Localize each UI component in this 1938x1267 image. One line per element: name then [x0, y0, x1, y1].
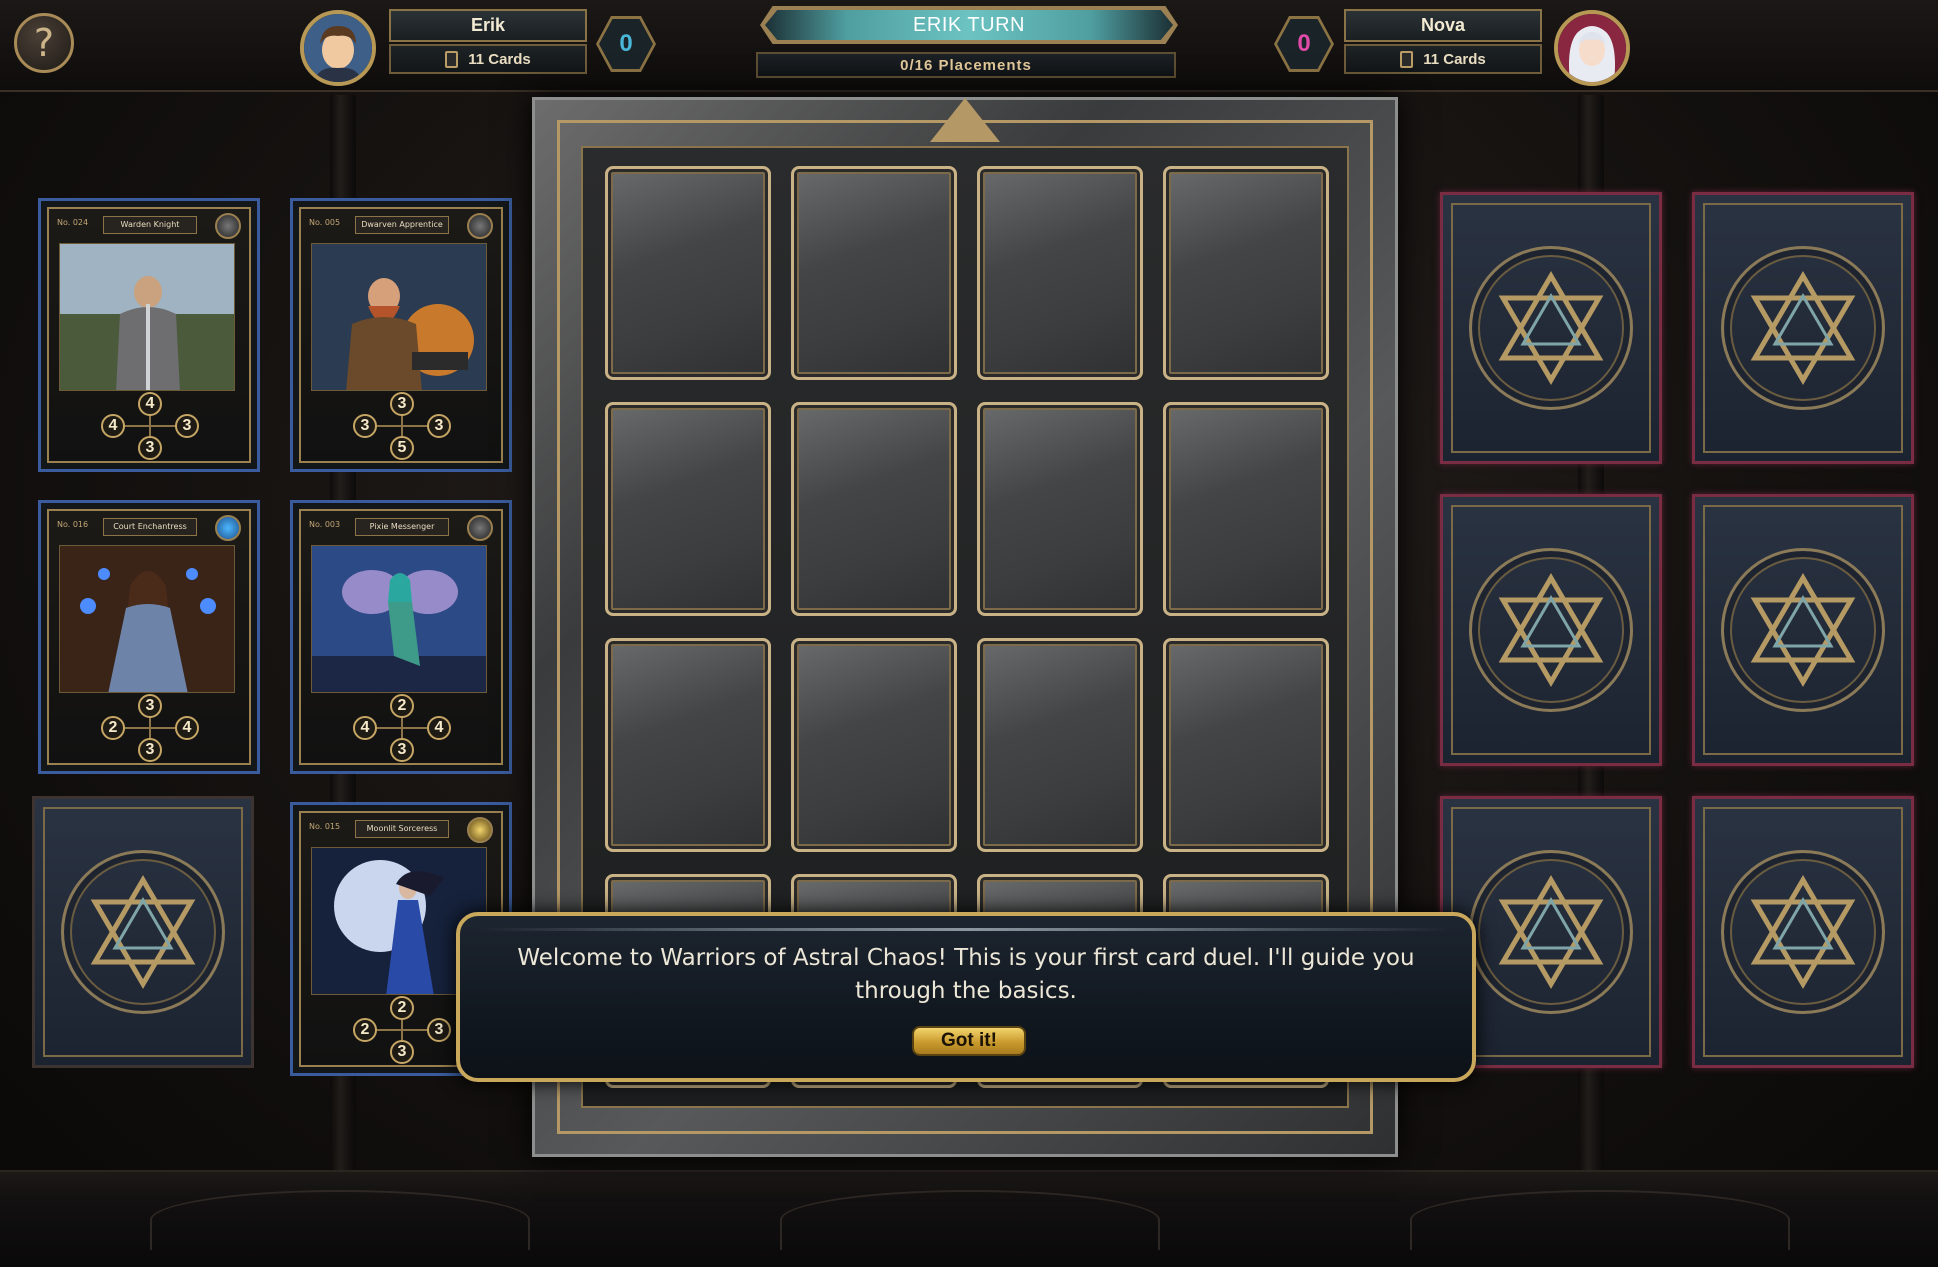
board-slot[interactable]: [605, 638, 771, 852]
hexagram-icon: [1750, 573, 1856, 687]
tutorial-dialog: Welcome to Warriors of Astral Chaos! Thi…: [456, 912, 1476, 1082]
stat-up: 3: [138, 694, 162, 718]
board-slot[interactable]: [791, 166, 957, 380]
board-slot[interactable]: [977, 638, 1143, 852]
stat-left: 3: [353, 414, 377, 438]
stat-right: 3: [427, 414, 451, 438]
opponent-cards-count: 11 Cards: [1344, 44, 1542, 74]
opponent-score: 0: [1274, 16, 1334, 72]
stat-down: 3: [390, 1040, 414, 1064]
opponent-card-back: [1440, 192, 1662, 464]
stat-down: 3: [390, 738, 414, 762]
wind-icon: [467, 515, 493, 541]
floor-arch: [780, 1190, 1160, 1250]
stat-right: 3: [427, 1018, 451, 1042]
water-icon: [215, 515, 241, 541]
board-slot[interactable]: [977, 166, 1143, 380]
player-name: Erik: [389, 9, 587, 42]
floor-arch: [150, 1190, 530, 1250]
stat-right: 4: [175, 716, 199, 740]
card-title: Warden Knight: [103, 216, 197, 234]
opponent-avatar: [1554, 10, 1630, 86]
hand-card[interactable]: No. 003 Pixie Messenger 2 4 4 3: [290, 500, 512, 774]
stat-down: 3: [138, 436, 162, 460]
board-slot[interactable]: [791, 402, 957, 616]
player-deck-card-back: [32, 796, 254, 1068]
opponent-card-back: [1692, 796, 1914, 1068]
dialog-message: Welcome to Warriors of Astral Chaos! Thi…: [517, 945, 1415, 1004]
player-portrait-icon: [304, 14, 372, 82]
stat-up: 2: [390, 996, 414, 1020]
placements-counter: 0/16 Placements: [756, 52, 1176, 78]
player-score-value: 0: [599, 19, 653, 69]
hexagram-icon: [1498, 573, 1604, 687]
card-number: No. 005: [309, 218, 341, 227]
stat-down: 3: [138, 738, 162, 762]
opponent-card-back: [1692, 192, 1914, 464]
card-art-pixie: [311, 545, 487, 693]
board-slot[interactable]: [977, 402, 1143, 616]
hexagram-icon: [1498, 271, 1604, 385]
hand-card[interactable]: No. 024 Warden Knight 4 4 3 3: [38, 198, 260, 472]
player-score: 0: [596, 16, 656, 72]
hexagram-icon: [1750, 875, 1856, 989]
stat-up: 2: [390, 694, 414, 718]
card-art-knight: [59, 243, 235, 391]
player-avatar: [300, 10, 376, 86]
hand-card[interactable]: No. 005 Dwarven Apprentice 3 3 3 5: [290, 198, 512, 472]
help-button[interactable]: ?: [14, 13, 74, 73]
card-icon: [1400, 50, 1414, 68]
card-art-dwarf: [311, 243, 487, 391]
card-number: No. 016: [57, 520, 89, 529]
card-number: No. 015: [309, 822, 341, 831]
opponent-card-back: [1440, 494, 1662, 766]
hand-card[interactable]: No. 016 Court Enchantress 3 2 4 3: [38, 500, 260, 774]
player-cards-count: 11 Cards: [389, 44, 587, 74]
board-slot[interactable]: [605, 166, 771, 380]
card-art-enchantress: [59, 545, 235, 693]
floor-arch: [1410, 1190, 1790, 1250]
turn-banner: ERIK TURN: [760, 6, 1178, 44]
stat-left: 2: [101, 716, 125, 740]
board-slot[interactable]: [791, 638, 957, 852]
opponent-card-back: [1692, 494, 1914, 766]
stat-left: 2: [353, 1018, 377, 1042]
floor: [0, 1170, 1938, 1267]
board-slot[interactable]: [1163, 166, 1329, 380]
board-slot[interactable]: [1163, 638, 1329, 852]
opponent-cards-label: 11 Cards: [1423, 50, 1486, 68]
light-icon: [467, 817, 493, 843]
stat-left: 4: [101, 414, 125, 438]
rune-icon: [467, 213, 493, 239]
hexagram-icon: [90, 875, 196, 989]
stat-down: 5: [390, 436, 414, 460]
board-slot[interactable]: [1163, 402, 1329, 616]
opponent-name: Nova: [1344, 9, 1542, 42]
opponent-portrait-icon: [1558, 14, 1626, 82]
top-bar: ? Erik 11 Cards 0 ERIK TURN 0/16 Placeme…: [0, 0, 1938, 92]
card-number: No. 003: [309, 520, 341, 529]
card-title: Court Enchantress: [103, 518, 197, 536]
card-title: Moonlit Sorceress: [355, 820, 449, 838]
dialog-divider: [480, 928, 1452, 931]
got-it-button[interactable]: Got it!: [912, 1026, 1026, 1056]
stat-right: 3: [175, 414, 199, 438]
player-cards-label: 11 Cards: [468, 50, 531, 68]
hexagram-icon: [1498, 875, 1604, 989]
card-title: Pixie Messenger: [355, 518, 449, 536]
opponent-score-value: 0: [1277, 19, 1331, 69]
card-icon: [445, 50, 459, 68]
stat-right: 4: [427, 716, 451, 740]
stat-up: 3: [390, 392, 414, 416]
hexagram-icon: [1750, 271, 1856, 385]
card-title: Dwarven Apprentice: [355, 216, 449, 234]
turn-banner-text: ERIK TURN: [765, 10, 1173, 40]
card-number: No. 024: [57, 218, 89, 227]
question-mark-icon: ?: [33, 21, 55, 65]
moon-icon: [215, 213, 241, 239]
board-slot[interactable]: [605, 402, 771, 616]
stat-up: 4: [138, 392, 162, 416]
stat-left: 4: [353, 716, 377, 740]
